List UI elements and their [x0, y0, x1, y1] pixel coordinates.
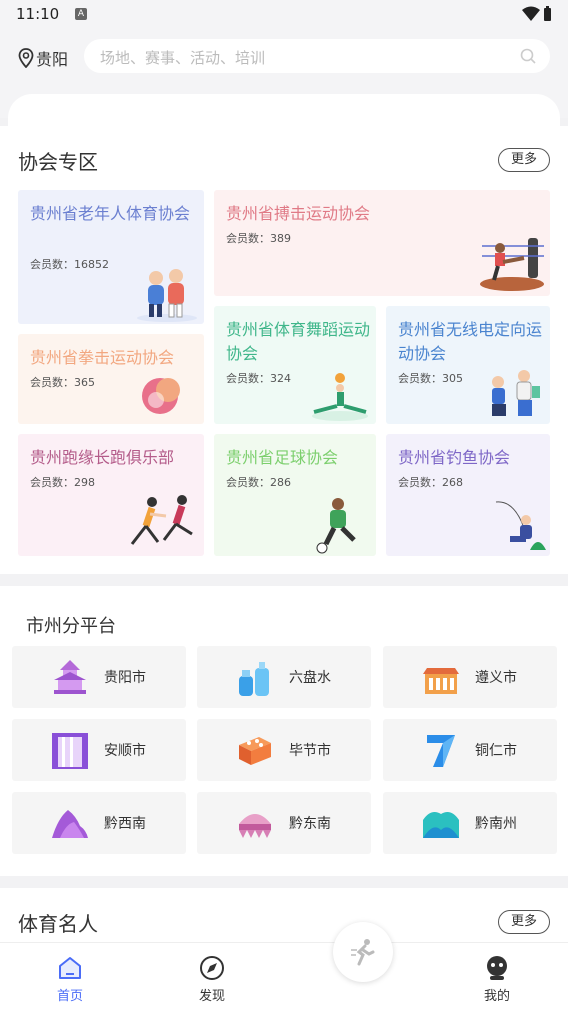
association-card[interactable]: 贵州省搏击运动协会 会员数：389 — [214, 190, 550, 296]
association-count: 会员数：365 — [30, 376, 95, 389]
status-time: 11:10 — [16, 5, 60, 23]
city-tile-guiyang[interactable]: 贵阳市 — [12, 646, 186, 708]
association-card[interactable]: 贵州省钓鱼协会 会员数：268 — [386, 434, 550, 556]
association-count: 会员数：268 — [398, 476, 463, 489]
tab-label: 发现 — [198, 989, 225, 1004]
city-tile-bijie[interactable]: 毕节市 — [197, 719, 371, 781]
association-name: 贵州省足球协会 — [226, 448, 339, 467]
city-label: 黔东南 — [289, 816, 331, 832]
city-label: 毕节市 — [289, 743, 331, 759]
search-input[interactable]: 场地、赛事、活动、培训 — [84, 39, 550, 73]
city-tile-tongren[interactable]: 铜仁市 — [383, 719, 557, 781]
city-label: 安顺市 — [104, 743, 146, 759]
association-count: 会员数：286 — [226, 476, 291, 489]
silver-crown-icon — [239, 814, 271, 838]
status-bar: 11:10 A — [0, 0, 568, 28]
association-name: 贵州省老年人体育协会 — [30, 204, 191, 223]
city-tile-qiannan[interactable]: 黔南州 — [383, 792, 557, 854]
radio-runners-icon — [492, 370, 540, 416]
runner-icon — [351, 939, 375, 966]
bottom-tab-bar: 首页 发现 我的 — [0, 942, 568, 1010]
location-selector[interactable]: 贵阳 — [18, 46, 68, 70]
city-label: 遵义市 — [475, 670, 517, 686]
city-platform-title: 市州分平台 — [26, 616, 116, 637]
search-header: 贵阳 场地、赛事、活动、培训 — [0, 28, 568, 88]
search-placeholder: 场地、赛事、活动、培训 — [100, 49, 266, 67]
city-platform-section: 市州分平台 贵阳市 六盘水 遵义市 安顺市 毕节市 铜仁市 黔西南 黔东南 黔南… — [0, 586, 568, 876]
fisherman-icon — [495, 501, 546, 550]
association-more-button[interactable]: 更多 — [498, 148, 550, 172]
sports-stars-more-button[interactable]: 更多 — [498, 910, 550, 934]
association-name: 贵州省拳击运动协会 — [30, 348, 175, 367]
runners-icon — [130, 495, 193, 545]
city-label: 铜仁市 — [475, 743, 517, 759]
city-tile-liupanshui[interactable]: 六盘水 — [197, 646, 371, 708]
association-card[interactable]: 贵州省体育舞蹈运动协会 会员数：324 — [214, 306, 376, 424]
bottles-icon — [239, 662, 269, 696]
profile-icon — [487, 956, 507, 980]
notification-icon: A — [75, 8, 87, 20]
number-seven-icon — [427, 735, 455, 767]
wifi-icon — [522, 6, 540, 21]
location-city: 贵阳 — [36, 50, 69, 69]
association-count: 会员数：389 — [226, 232, 291, 245]
city-label: 贵阳市 — [104, 670, 146, 686]
city-label: 黔西南 — [104, 816, 146, 832]
association-card[interactable]: 贵州省足球协会 会员数：286 — [214, 434, 376, 556]
association-card[interactable]: 贵州省老年人体育协会 会员数：16852 — [18, 190, 204, 324]
city-tile-qiandongnan[interactable]: 黔东南 — [197, 792, 371, 854]
center-action-button[interactable] — [333, 922, 393, 982]
tab-label: 首页 — [56, 989, 83, 1004]
dancer-icon — [312, 373, 368, 421]
city-label: 黔南州 — [475, 816, 517, 832]
kickboxer-icon — [480, 238, 544, 291]
association-count: 会员数：298 — [30, 476, 95, 489]
soccer-player-icon — [316, 498, 356, 554]
city-label: 六盘水 — [289, 670, 331, 686]
association-title: 协会专区 — [18, 150, 98, 174]
compass-icon — [200, 956, 224, 980]
association-name: 贵州省钓鱼协会 — [398, 448, 511, 467]
hills-icon — [423, 812, 459, 838]
association-card[interactable]: 贵州省无线电定向运动协会 会员数：305 — [386, 306, 550, 424]
brick-icon — [239, 737, 271, 765]
city-tile-qianxinan[interactable]: 黔西南 — [12, 792, 186, 854]
tab-label: 我的 — [483, 989, 510, 1004]
association-name: 贵州跑缘长跑俱乐部 — [30, 448, 175, 467]
banner-area — [0, 88, 568, 134]
pagoda-icon — [54, 660, 86, 694]
building-icon — [423, 668, 459, 694]
association-count: 会员数：305 — [398, 372, 463, 385]
battery-icon — [544, 6, 551, 21]
sports-stars-title: 体育名人 — [18, 912, 98, 936]
home-icon — [59, 957, 81, 979]
search-icon — [520, 48, 536, 64]
association-name: 贵州省体育舞蹈运动协会 — [226, 320, 371, 363]
tab-discover[interactable]: 发现 — [172, 943, 252, 1010]
location-pin-icon — [18, 48, 34, 68]
city-tile-anshun[interactable]: 安顺市 — [12, 719, 186, 781]
association-count: 会员数：16852 — [30, 258, 109, 271]
tab-mine[interactable]: 我的 — [457, 943, 537, 1010]
city-tile-zunyi[interactable]: 遵义市 — [383, 646, 557, 708]
elderly-couple-icon — [137, 269, 197, 322]
sports-stars-section: 体育名人 更多 — [0, 888, 568, 948]
association-name: 贵州省无线电定向运动协会 — [398, 320, 543, 363]
association-count: 会员数：324 — [226, 372, 291, 385]
mountain-icon — [52, 810, 88, 838]
association-name: 贵州省搏击运动协会 — [226, 204, 371, 223]
association-card[interactable]: 贵州跑缘长跑俱乐部 会员数：298 — [18, 434, 204, 556]
tab-home[interactable]: 首页 — [30, 943, 110, 1010]
association-section: 协会专区 更多 贵州省老年人体育协会 会员数：16852 贵州省搏击运动协会 会… — [0, 126, 568, 574]
boxing-gloves-icon — [142, 378, 180, 414]
waterfall-icon — [52, 733, 88, 769]
association-card[interactable]: 贵州省拳击运动协会 会员数：365 — [18, 334, 204, 424]
